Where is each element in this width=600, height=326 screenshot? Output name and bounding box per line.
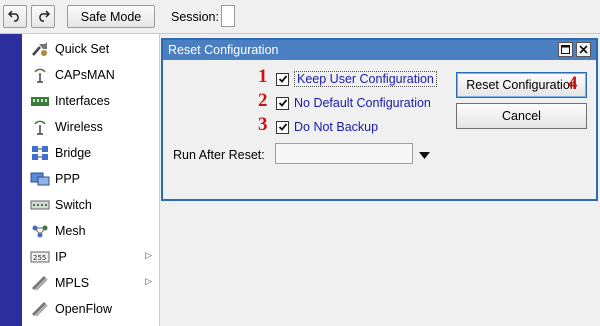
sidebar-item-label: Wireless [55, 120, 103, 134]
annotation-number-1: 1 [258, 66, 268, 87]
openflow-icon [30, 301, 50, 317]
interfaces-icon [30, 93, 50, 109]
sidebar-item-label: Bridge [55, 146, 92, 160]
sidebar-item-ip[interactable]: 255 IP ▷ [22, 244, 160, 270]
undo-button[interactable] [3, 5, 27, 28]
sidebar-item-label: Mesh [55, 224, 86, 238]
sidebar-item-switch[interactable]: Switch [22, 192, 160, 218]
sidebar-item-label: Switch [55, 198, 92, 212]
sidebar-item-label: CAPsMAN [55, 68, 115, 82]
sidebar-item-label: Quick Set [55, 42, 110, 56]
toolbar: Safe Mode Session: [0, 0, 600, 34]
svg-text:255: 255 [33, 254, 46, 262]
submenu-arrow-icon: ▷ [145, 250, 152, 260]
annotation-number-2: 2 [258, 90, 268, 111]
safe-mode-button[interactable]: Safe Mode [67, 5, 155, 28]
checkmark-icon [278, 123, 287, 131]
sidebar-item-mpls[interactable]: MPLS ▷ [22, 270, 160, 296]
run-after-reset-select[interactable] [275, 143, 413, 164]
sidebar-item-ppp[interactable]: PPP [22, 166, 160, 192]
keep-user-configuration-option[interactable]: Keep User Configuration [276, 70, 437, 88]
no-default-configuration-checkbox[interactable] [276, 96, 289, 110]
submenu-arrow-icon: ▷ [145, 276, 152, 286]
ip-icon: 255 [30, 249, 50, 265]
ppp-icon [30, 171, 50, 187]
sidebar: Quick Set CAPsMAN Interfaces Wireless Br… [22, 34, 160, 326]
reset-configuration-dialog: Reset Configuration 1 Keep User Configur… [161, 38, 598, 201]
cancel-button-label: Cancel [502, 109, 541, 123]
workspace-background [161, 203, 600, 326]
sidebar-item-capsman[interactable]: CAPsMAN [22, 62, 160, 88]
mpls-icon [30, 275, 50, 291]
switch-icon [30, 197, 50, 213]
sidebar-item-label: PPP [55, 172, 81, 186]
sidebar-item-interfaces[interactable]: Interfaces [22, 88, 160, 114]
redo-button[interactable] [31, 5, 55, 28]
maximize-button[interactable] [558, 42, 573, 57]
annotation-number-3: 3 [258, 114, 268, 135]
wireless-icon [30, 119, 50, 135]
no-default-configuration-option[interactable]: No Default Configuration [276, 94, 431, 112]
no-default-configuration-label: No Default Configuration [294, 96, 431, 110]
do-not-backup-label: Do Not Backup [294, 120, 379, 134]
sidebar-stripe [0, 34, 22, 326]
keep-user-configuration-checkbox[interactable] [276, 72, 289, 86]
do-not-backup-checkbox[interactable] [276, 120, 289, 134]
dropdown-arrow-icon[interactable] [419, 148, 430, 162]
quick-set-icon [30, 41, 50, 57]
annotation-number-4: 4 [568, 73, 578, 94]
keep-user-configuration-label: Keep User Configuration [294, 71, 437, 87]
reset-configuration-button-label: Reset Configuration [466, 78, 577, 92]
sidebar-item-mesh[interactable]: Mesh [22, 218, 160, 244]
close-button[interactable] [576, 42, 591, 57]
sidebar-item-bridge[interactable]: Bridge [22, 140, 160, 166]
redo-icon [36, 8, 51, 25]
sidebar-item-openflow[interactable]: OpenFlow [22, 296, 160, 322]
run-after-reset-label: Run After Reset: [173, 148, 265, 162]
sidebar-item-quick-set[interactable]: Quick Set [22, 36, 160, 62]
checkmark-icon [278, 75, 287, 83]
session-field[interactable] [221, 5, 235, 27]
dialog-title: Reset Configuration [163, 40, 596, 60]
checkmark-icon [278, 99, 287, 107]
sidebar-item-wireless[interactable]: Wireless [22, 114, 160, 140]
session-label: Session: [171, 10, 219, 24]
sidebar-item-label: MPLS [55, 276, 90, 290]
maximize-icon [561, 43, 570, 57]
undo-icon [7, 8, 22, 25]
sidebar-item-label: OpenFlow [55, 302, 112, 316]
capsman-icon [30, 67, 50, 83]
sidebar-item-label: IP [55, 250, 67, 264]
bridge-icon [30, 145, 50, 161]
do-not-backup-option[interactable]: Do Not Backup [276, 118, 378, 136]
close-icon [579, 43, 588, 57]
sidebar-item-label: Interfaces [55, 94, 110, 108]
mesh-icon [30, 223, 50, 239]
cancel-button[interactable]: Cancel [456, 103, 587, 129]
